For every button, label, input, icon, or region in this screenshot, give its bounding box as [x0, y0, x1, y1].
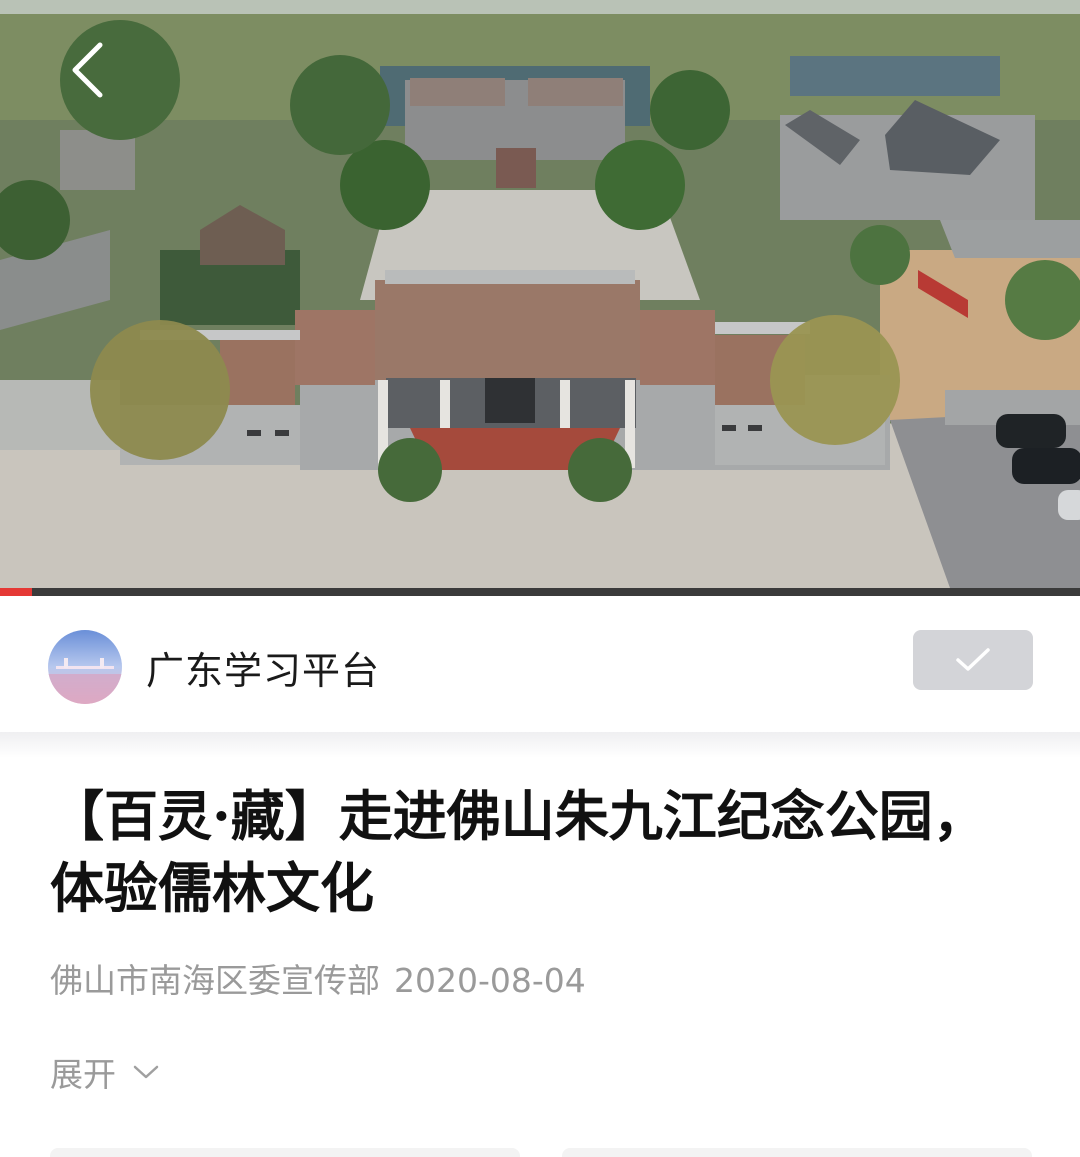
article-meta: 佛山市南海区委宣传部 2020-08-04 [50, 954, 586, 1002]
chevron-down-icon [132, 1063, 160, 1081]
video-progress-fill [0, 588, 33, 596]
avatar-image [48, 630, 122, 704]
expand-button[interactable]: 展开 [50, 1048, 160, 1096]
article-source: 佛山市南海区委宣传部 [50, 961, 380, 1000]
check-icon [956, 648, 990, 671]
chevron-left-icon [72, 42, 103, 98]
publisher-bar: 广东学习平台 [0, 596, 1080, 732]
expand-label: 展开 [50, 1055, 116, 1094]
section-divider [0, 732, 1080, 758]
article-date: 2020-08-04 [394, 961, 586, 1000]
video-player[interactable] [0, 0, 1080, 588]
publisher-avatar[interactable] [48, 630, 122, 704]
video-progress-bar[interactable] [0, 588, 1080, 596]
article-screen: 广东学习平台 【百灵·藏】走进佛山朱九江纪念公园，体验儒林文化 佛山市南海区委宣… [0, 0, 1080, 1157]
back-button[interactable] [52, 30, 122, 110]
aerial-photo [0, 0, 1080, 588]
related-card-left[interactable] [50, 1148, 520, 1157]
publisher-name[interactable]: 广东学习平台 [146, 640, 380, 695]
article-title: 【百灵·藏】走进佛山朱九江纪念公园，体验儒林文化 [50, 784, 987, 920]
related-card-right[interactable] [562, 1148, 1032, 1157]
follow-button[interactable] [913, 630, 1033, 690]
